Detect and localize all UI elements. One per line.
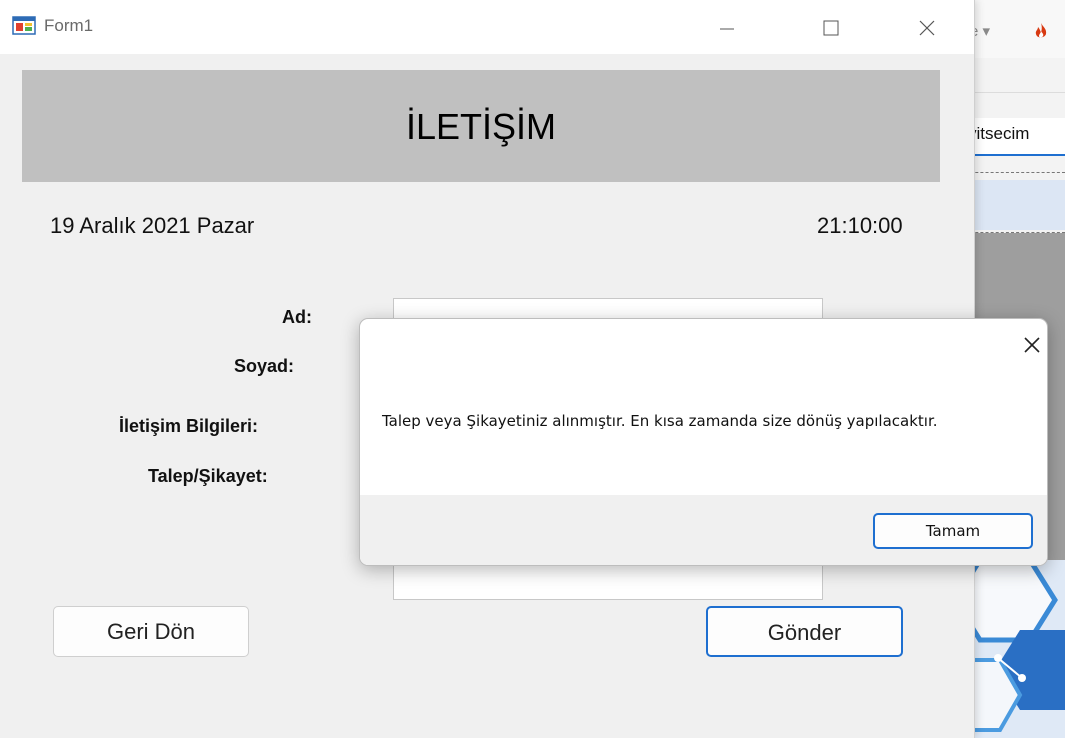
background-tab-label: yitsecim bbox=[968, 124, 1030, 143]
close-icon bbox=[919, 20, 935, 36]
message-dialog: Talep veya Şikayetiniz alınmıştır. En kı… bbox=[359, 318, 1048, 566]
dialog-close-button[interactable] bbox=[1020, 333, 1044, 357]
iletisim-bilgileri-label: İletişim Bilgileri: bbox=[119, 416, 259, 436]
dialog-footer: Tamam bbox=[360, 495, 1047, 565]
soyad-label: Soyad: bbox=[234, 356, 295, 376]
dialog-message: Talep veya Şikayetiniz alınmıştır. En kı… bbox=[382, 412, 938, 430]
close-icon bbox=[1024, 337, 1040, 353]
maximize-button[interactable] bbox=[808, 8, 854, 48]
ad-label: Ad: bbox=[282, 307, 312, 327]
tamam-button[interactable]: Tamam bbox=[873, 513, 1033, 549]
gonder-button[interactable]: Gönder bbox=[706, 606, 903, 657]
page-title: İLETİŞİM bbox=[405, 106, 557, 147]
minimize-button[interactable] bbox=[704, 8, 750, 48]
background-graphic bbox=[960, 560, 1065, 738]
background-divider bbox=[960, 92, 1065, 93]
background-dashed-line bbox=[960, 172, 1065, 173]
time-label: 21:10:00 bbox=[817, 213, 903, 238]
geri-don-button[interactable]: Geri Dön bbox=[53, 606, 249, 657]
talep-sikayet-label: Talep/Şikayet: bbox=[148, 466, 268, 486]
app-icon bbox=[12, 14, 36, 36]
maximize-icon bbox=[823, 20, 839, 36]
background-band bbox=[960, 180, 1065, 230]
title-bar[interactable]: Form1 bbox=[0, 0, 974, 54]
close-button[interactable] bbox=[904, 8, 950, 48]
flame-icon[interactable] bbox=[1033, 22, 1049, 45]
date-label: 19 Aralık 2021 Pazar bbox=[50, 213, 255, 238]
minimize-icon bbox=[720, 28, 734, 30]
window-title: Form1 bbox=[44, 16, 94, 35]
header-panel: İLETİŞİM bbox=[22, 70, 940, 182]
